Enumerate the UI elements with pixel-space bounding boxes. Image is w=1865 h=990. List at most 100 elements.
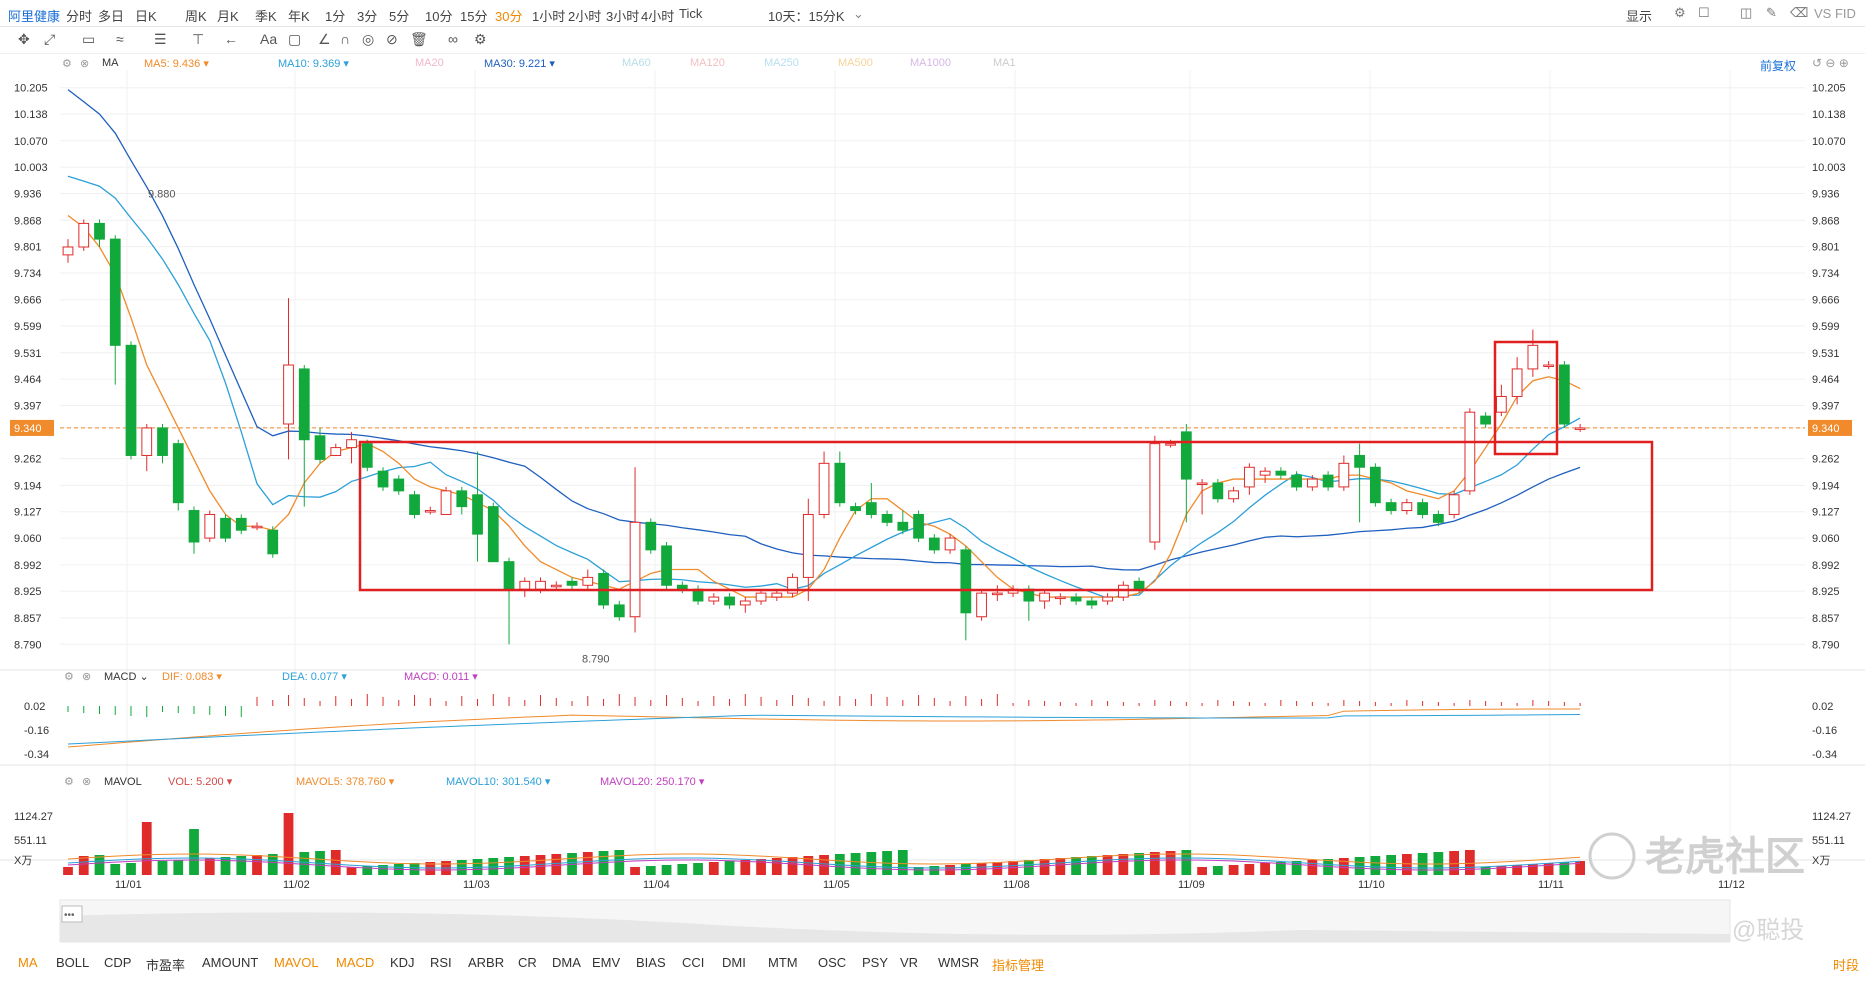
gear-icon[interactable]: ⚙ (1674, 5, 1686, 21)
close-icon[interactable]: ⊗ (80, 57, 89, 70)
indicator-tab-市盈率[interactable]: 市盈率 (146, 955, 185, 974)
fib-tool-icon[interactable]: ☰ (154, 31, 167, 48)
candle-body (661, 545, 672, 586)
timeframe-tab-5[interactable]: 季K (255, 6, 277, 25)
indicator-tab-MAVOL[interactable]: MAVOL (274, 955, 319, 970)
ma-legend-item[interactable]: MA120 (690, 57, 725, 69)
price-tick-right: 9.060 (1812, 533, 1840, 545)
pen-icon[interactable]: ✎ (1766, 5, 1777, 21)
indicator-tab-VR[interactable]: VR (900, 955, 918, 970)
chevron-down-icon[interactable]: ⌄ (853, 6, 864, 22)
indicator-tab-DMI[interactable]: DMI (722, 955, 746, 970)
hide-icon[interactable]: ⊘ (386, 31, 398, 48)
indicator-tab-指标管理[interactable]: 指标管理 (992, 955, 1044, 974)
volume-bar (661, 865, 672, 875)
ma-legend-item[interactable]: MA10: 9.369 ▾ (278, 57, 349, 70)
mavol-legend-item: MAVOL20: 250.170 ▾ (600, 776, 705, 788)
x-date-label: 11/03 (463, 879, 490, 891)
crosshair-icon[interactable]: ✥ (18, 31, 30, 48)
timeframe-tab-3[interactable]: 周K (185, 6, 207, 25)
timeframe-tab-12[interactable]: 30分 (495, 6, 522, 25)
timeframe-tab-6[interactable]: 年K (288, 6, 310, 25)
timeframe-tab-11[interactable]: 15分 (460, 6, 487, 25)
timeframe-tab-15[interactable]: 3小时 (606, 6, 639, 25)
timeframe-tab-16[interactable]: 4小时 (641, 6, 674, 25)
eye-icon[interactable]: ◎ (362, 31, 374, 48)
timeframe-tab-17[interactable]: Tick (679, 6, 702, 21)
text-tool-icon[interactable]: Aa (260, 31, 277, 47)
ellipsis-icon: ••• (64, 910, 75, 921)
price-chart[interactable]: 10.205 10.205 10.138 10.138 10.070 10.070 10.0… (0, 70, 1865, 990)
timeframe-tab-10[interactable]: 10分 (425, 6, 452, 25)
watermark-brand: 老虎社区 (1645, 835, 1805, 879)
volume-bar (362, 866, 373, 875)
candle-body (1369, 466, 1381, 504)
mavol-indicator-name: MAVOL (104, 776, 142, 788)
volume-bar (267, 854, 278, 875)
candle-body (645, 521, 657, 551)
symbol-name[interactable]: 阿里健康 (8, 6, 60, 25)
measure-tool-icon[interactable]: ⊤ (192, 31, 204, 48)
ma-legend-item[interactable]: MA1 (993, 57, 1016, 69)
indicator-tab-CR[interactable]: CR (518, 955, 537, 970)
ma-legend-item[interactable]: MA20 (415, 57, 444, 69)
timeframe-tab-7[interactable]: 1分 (325, 6, 345, 25)
timeframe-tab-4[interactable]: 月K (217, 6, 239, 25)
indicator-tab-CCI[interactable]: CCI (682, 955, 704, 970)
ma-legend-item[interactable]: MA60 (622, 57, 651, 69)
indicator-tab-WMSR[interactable]: WMSR (938, 955, 979, 970)
indicator-tab-KDJ[interactable]: KDJ (390, 955, 415, 970)
delete-icon[interactable]: 🗑 (410, 31, 428, 48)
indicator-tab-DMA[interactable]: DMA (552, 955, 581, 970)
ma-legend-item[interactable]: MA500 (838, 57, 873, 69)
timeframe-tab-9[interactable]: 5分 (389, 6, 409, 25)
gear-icon[interactable]: ⚙ (62, 57, 72, 70)
link-icon[interactable]: ∞ (448, 31, 458, 47)
indicator-tab-OSC[interactable]: OSC (818, 955, 846, 970)
indicator-tab-AMOUNT[interactable]: AMOUNT (202, 955, 258, 970)
timeframe-tab-14[interactable]: 2小时 (568, 6, 601, 25)
restore-icon[interactable]: ↺ ⊖ ⊕ (1812, 56, 1849, 70)
angle-tool-icon[interactable]: ∠ (318, 31, 331, 48)
compare-button[interactable]: VS FID (1814, 6, 1856, 21)
vol-tick-left: X万 (14, 855, 32, 867)
display-menu[interactable]: 显示 (1626, 6, 1652, 25)
ma-legend-item[interactable]: MA5: 9.436 ▾ (144, 57, 209, 70)
indicator-tab-CDP[interactable]: CDP (104, 955, 131, 970)
indicator-tab-MTM[interactable]: MTM (768, 955, 798, 970)
indicator-tab-ARBR[interactable]: ARBR (468, 955, 504, 970)
indicator-tab-RSI[interactable]: RSI (430, 955, 452, 970)
candle-body (1322, 474, 1334, 488)
line-tool-icon[interactable]: ⤢ (44, 31, 55, 48)
settings-small-icon[interactable]: ⚙ (474, 31, 487, 48)
timeframe-tab-0[interactable]: 分时 (66, 6, 92, 25)
indicator-tab-MA[interactable]: MA (18, 955, 38, 970)
ma-legend-item[interactable]: MA30: 9.221 ▾ (484, 57, 555, 70)
volume-bar (94, 855, 105, 875)
timeframe-tab-1[interactable]: 多日 (98, 6, 124, 25)
price-tick-right: 9.868 (1812, 215, 1840, 227)
square-icon[interactable]: ☐ (1698, 5, 1710, 21)
magnet-icon[interactable]: ∩ (340, 31, 350, 47)
volume-bar (1449, 851, 1459, 875)
session-button[interactable]: 时段 (1833, 955, 1859, 974)
eraser-icon[interactable]: ⌫ (1790, 5, 1808, 21)
price-tick-right: 9.599 (1812, 321, 1840, 333)
indicator-tab-MACD[interactable]: MACD (336, 955, 374, 970)
candle-body (487, 506, 499, 563)
timeframe-tab-2[interactable]: 日K (135, 6, 157, 25)
range-selector[interactable]: 10天：15分K (768, 6, 845, 25)
note-tool-icon[interactable]: ▢ (288, 31, 301, 48)
timeframe-tab-8[interactable]: 3分 (357, 6, 377, 25)
ma-legend-item[interactable]: MA250 (764, 57, 799, 69)
indicator-tab-BIAS[interactable]: BIAS (636, 955, 666, 970)
indicator-tab-PSY[interactable]: PSY (862, 955, 888, 970)
camera-icon[interactable]: ◫ (1740, 5, 1752, 21)
ma-legend-item[interactable]: MA1000 (910, 57, 951, 69)
arrow-tool-icon[interactable]: ← (224, 31, 238, 47)
timeframe-tab-13[interactable]: 1小时 (532, 6, 565, 25)
indicator-tab-BOLL[interactable]: BOLL (56, 955, 89, 970)
rectangle-tool-icon[interactable]: ▭ (82, 31, 95, 48)
indicator-tab-EMV[interactable]: EMV (592, 955, 620, 970)
wave-tool-icon[interactable]: ≈ (116, 31, 124, 47)
